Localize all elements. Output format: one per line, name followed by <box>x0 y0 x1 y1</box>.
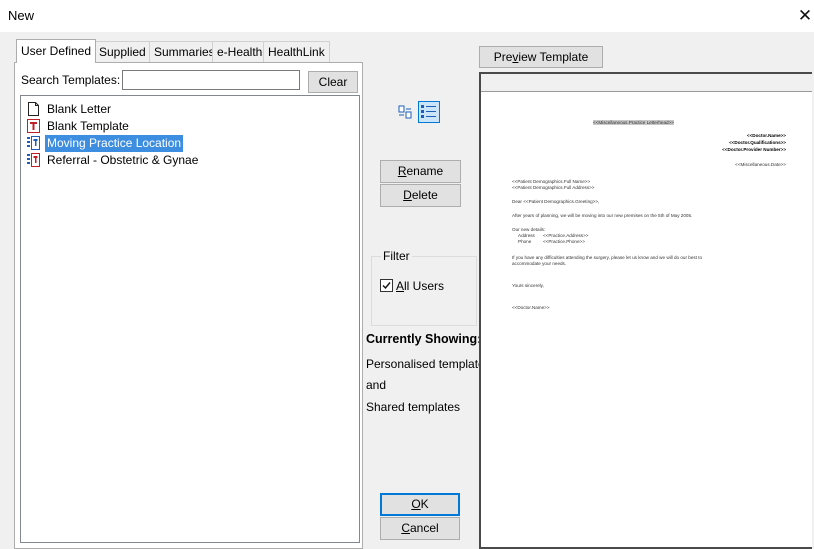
letter-doctor-qualifications: <<Doctor.Qualifications>> <box>729 140 786 145</box>
letter-address-label: Address <box>518 233 535 238</box>
checkmark-icon <box>382 282 391 290</box>
template-icon <box>27 119 40 133</box>
preview-pane: <<Miscellaneous.Practice Letterhead>> <<… <box>479 72 812 549</box>
shared-template-icon <box>27 136 40 150</box>
rename-label: ename <box>406 164 444 178</box>
letter-signature: <<Doctor.Name>> <box>512 305 550 310</box>
currently-showing-line2: and <box>366 378 387 392</box>
letter-doctor-name: <<Doctor.Name>> <box>746 133 786 138</box>
ok-label: K <box>420 497 429 511</box>
small-icons-view-button[interactable] <box>396 102 416 122</box>
letter-details-heading: Our new details: <box>512 227 546 232</box>
letter-doctor-provider: <<Doctor.Provider Number>> <box>722 147 786 152</box>
small-icons-view-icon <box>398 105 412 119</box>
list-item-label: Moving Practice Location <box>45 135 184 152</box>
template-list[interactable]: Blank Letter Blank Template Moving Pract… <box>20 95 360 543</box>
letter-greeting: Dear <<Patient Demographics.Greeting>>, <box>512 199 600 204</box>
shared-template-icon <box>27 153 40 167</box>
delete-button[interactable]: Delete <box>380 184 461 207</box>
title-bar <box>0 0 814 32</box>
delete-accel: D <box>403 188 412 202</box>
list-item[interactable]: Blank Letter <box>25 101 113 118</box>
letter-paragraph-2b: accommodate your needs. <box>512 261 567 266</box>
all-users-label[interactable]: All Users <box>396 279 444 293</box>
delete-label: elete <box>411 188 438 202</box>
preview-ruler <box>481 74 812 92</box>
tab-user-defined[interactable]: User Defined <box>16 39 97 63</box>
list-item[interactable]: Blank Template <box>25 118 131 135</box>
list-view-icon <box>421 105 436 118</box>
all-users-text: ll Users <box>404 279 445 293</box>
all-users-accel: A <box>396 279 405 293</box>
ok-accel: O <box>411 497 421 511</box>
all-users-checkbox[interactable] <box>380 279 393 292</box>
list-item-label: Referral - Obstetric & Gynae <box>47 153 199 167</box>
blank-document-icon <box>28 102 39 116</box>
currently-showing-line3: Shared templates <box>366 400 461 414</box>
currently-showing-heading: Currently Showing: <box>366 332 482 346</box>
tab-summaries[interactable]: Summaries <box>149 41 220 63</box>
currently-showing-line1: Personalised templates <box>366 357 491 371</box>
letter-date: <<Miscellaneous.Date>> <box>735 162 786 167</box>
window-title: New <box>8 8 35 23</box>
letter-patient-address: <<Patient Demographics.Full Address>> <box>512 185 595 190</box>
ok-button[interactable]: OK <box>380 493 460 516</box>
tab-supplied[interactable]: Supplied <box>94 41 151 63</box>
tab-e-health[interactable]: e-Health <box>212 41 268 63</box>
filter-legend: Filter <box>381 249 412 263</box>
cancel-button[interactable]: Cancel <box>380 517 460 540</box>
list-item[interactable]: Referral - Obstetric & Gynae <box>25 152 200 169</box>
letter-phone-value: <<Practice.Phone>> <box>543 239 585 244</box>
list-view-button[interactable] <box>418 101 440 123</box>
search-input[interactable] <box>122 70 300 90</box>
preview-label-pre: Pre <box>493 50 513 64</box>
close-icon[interactable]: ✕ <box>796 5 814 27</box>
tab-healthlink[interactable]: HealthLink <box>263 41 330 63</box>
clear-button[interactable]: Clear <box>308 71 358 93</box>
letter-address-value: <<Practice.Address>> <box>543 233 589 238</box>
preview-template-button[interactable]: Preview Template <box>479 46 603 68</box>
preview-label-post: iew Template <box>518 50 589 64</box>
letter-paragraph-1: After years of planning, we will be movi… <box>512 213 693 218</box>
search-label: Search Templates: <box>21 73 121 87</box>
cancel-label: ancel <box>409 521 439 535</box>
list-item-label: Blank Template <box>47 119 129 133</box>
letter-closing: Yours sincerely, <box>512 283 544 288</box>
letter-phone-label: Phone <box>518 239 532 244</box>
letter-paragraph-2a: If you have any difficulties attending t… <box>512 255 703 260</box>
list-item-label: Blank Letter <box>47 102 112 116</box>
letter-preview: <<Miscellaneous.Practice Letterhead>> <<… <box>481 93 812 549</box>
letter-header: <<Miscellaneous.Practice Letterhead>> <box>593 120 674 125</box>
rename-button[interactable]: Rename <box>380 160 461 183</box>
cancel-accel: C <box>401 521 410 535</box>
letter-patient-name: <<Patient Demographics.Full Name>> <box>512 179 591 184</box>
list-item-selected[interactable]: Moving Practice Location <box>25 135 184 152</box>
